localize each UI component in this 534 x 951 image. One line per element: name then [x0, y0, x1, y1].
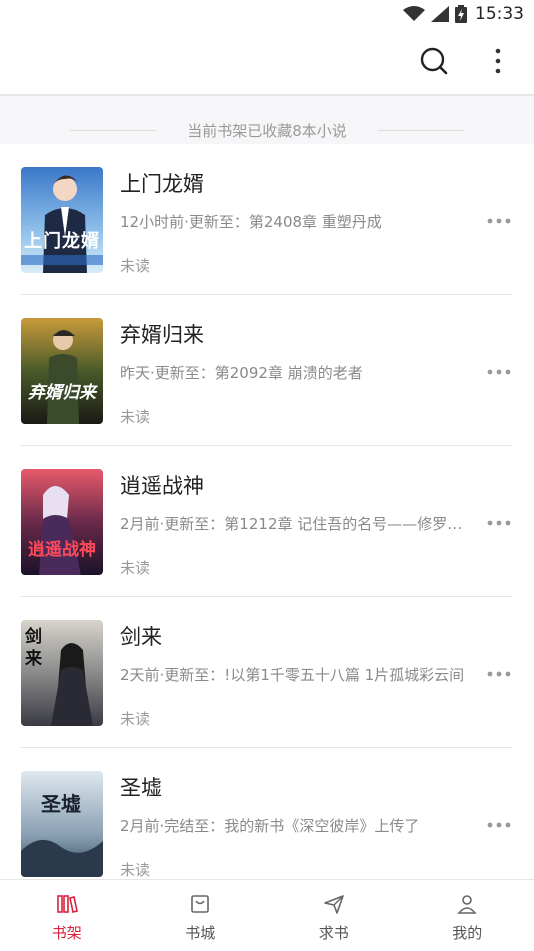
book-cover-text: 圣墟 [41, 791, 81, 817]
book-update: 2天前·更新至：!以第1千零五十八篇 1片孤城彩云间 [120, 664, 470, 685]
tab-label: 求书 [267, 922, 401, 943]
bottom-tab-bar: 书架 书城 求书 我的 [0, 879, 534, 951]
book-title: 圣墟 [120, 772, 162, 802]
more-options-icon[interactable] [486, 46, 510, 76]
wifi-icon [403, 6, 425, 22]
tab-label: 书城 [134, 922, 268, 943]
more-icon[interactable] [486, 367, 512, 377]
tab-label: 书架 [0, 922, 134, 943]
store-icon [189, 893, 211, 915]
book-title: 剑来 [120, 621, 162, 651]
summary-divider-right [378, 130, 464, 131]
more-icon[interactable] [486, 518, 512, 528]
book-cover-text: 弃婿归来 [21, 378, 103, 403]
signal-icon [431, 6, 449, 22]
book-cover-text: 剑来 [25, 626, 45, 670]
book-title: 逍遥战神 [120, 470, 204, 500]
book-update: 2月前·完结至：我的新书《深空彼岸》上传了 [120, 815, 470, 836]
battery-icon [455, 5, 467, 23]
send-icon [323, 893, 345, 915]
book-cover: 上门龙婿 [21, 167, 103, 273]
tab-profile[interactable]: 我的 [401, 880, 534, 951]
profile-icon [456, 893, 478, 915]
book-cover-text: 上门龙婿 [21, 227, 103, 253]
book-cover: 圣墟 [21, 771, 103, 877]
tab-request-book[interactable]: 求书 [267, 880, 401, 951]
more-icon[interactable] [486, 669, 512, 679]
book-cover: 剑来 [21, 620, 103, 726]
book-list: 上门龙婿 上门龙婿 12小时前·更新至：第2408章 重塑丹成 未读 弃婿归来 … [0, 144, 534, 899]
book-cover: 逍遥战神 [21, 469, 103, 575]
tab-bookshelf[interactable]: 书架 [0, 880, 134, 951]
tab-bookstore[interactable]: 书城 [134, 880, 268, 951]
book-item[interactable]: 上门龙婿 上门龙婿 12小时前·更新至：第2408章 重塑丹成 未读 [0, 144, 534, 295]
tab-label: 我的 [401, 922, 534, 943]
app-bar [0, 28, 534, 96]
book-cover-text: 逍遥战神 [21, 535, 103, 560]
shelf-summary: 当前书架已收藏8本小说 [0, 96, 534, 144]
book-item[interactable]: 逍遥战神 逍遥战神 2月前·更新至：第1212章 记住吾的名号——修罗战神！ 未… [0, 446, 534, 597]
status-icons: 15:33 [403, 4, 524, 24]
more-icon[interactable] [486, 820, 512, 830]
more-icon[interactable] [486, 216, 512, 226]
read-status: 未读 [120, 557, 150, 578]
status-bar: 15:33 [0, 0, 534, 28]
read-status: 未读 [120, 859, 150, 880]
bookshelf-icon [56, 893, 78, 915]
book-item[interactable]: 弃婿归来 弃婿归来 昨天·更新至：第2092章 崩溃的老者 未读 [0, 295, 534, 446]
book-update: 昨天·更新至：第2092章 崩溃的老者 [120, 362, 470, 383]
book-update: 2月前·更新至：第1212章 记住吾的名号——修罗战神！ [120, 513, 470, 534]
book-title: 弃婿归来 [120, 319, 204, 349]
book-cover: 弃婿归来 [21, 318, 103, 424]
read-status: 未读 [120, 406, 150, 427]
book-update: 12小时前·更新至：第2408章 重塑丹成 [120, 211, 470, 232]
book-title: 上门龙婿 [120, 168, 204, 198]
search-icon[interactable] [420, 47, 448, 75]
status-time: 15:33 [475, 4, 524, 24]
read-status: 未读 [120, 708, 150, 729]
book-item[interactable]: 剑来 剑来 2天前·更新至：!以第1千零五十八篇 1片孤城彩云间 未读 [0, 597, 534, 748]
read-status: 未读 [120, 255, 150, 276]
book-item[interactable]: 圣墟 圣墟 2月前·完结至：我的新书《深空彼岸》上传了 未读 [0, 748, 534, 899]
